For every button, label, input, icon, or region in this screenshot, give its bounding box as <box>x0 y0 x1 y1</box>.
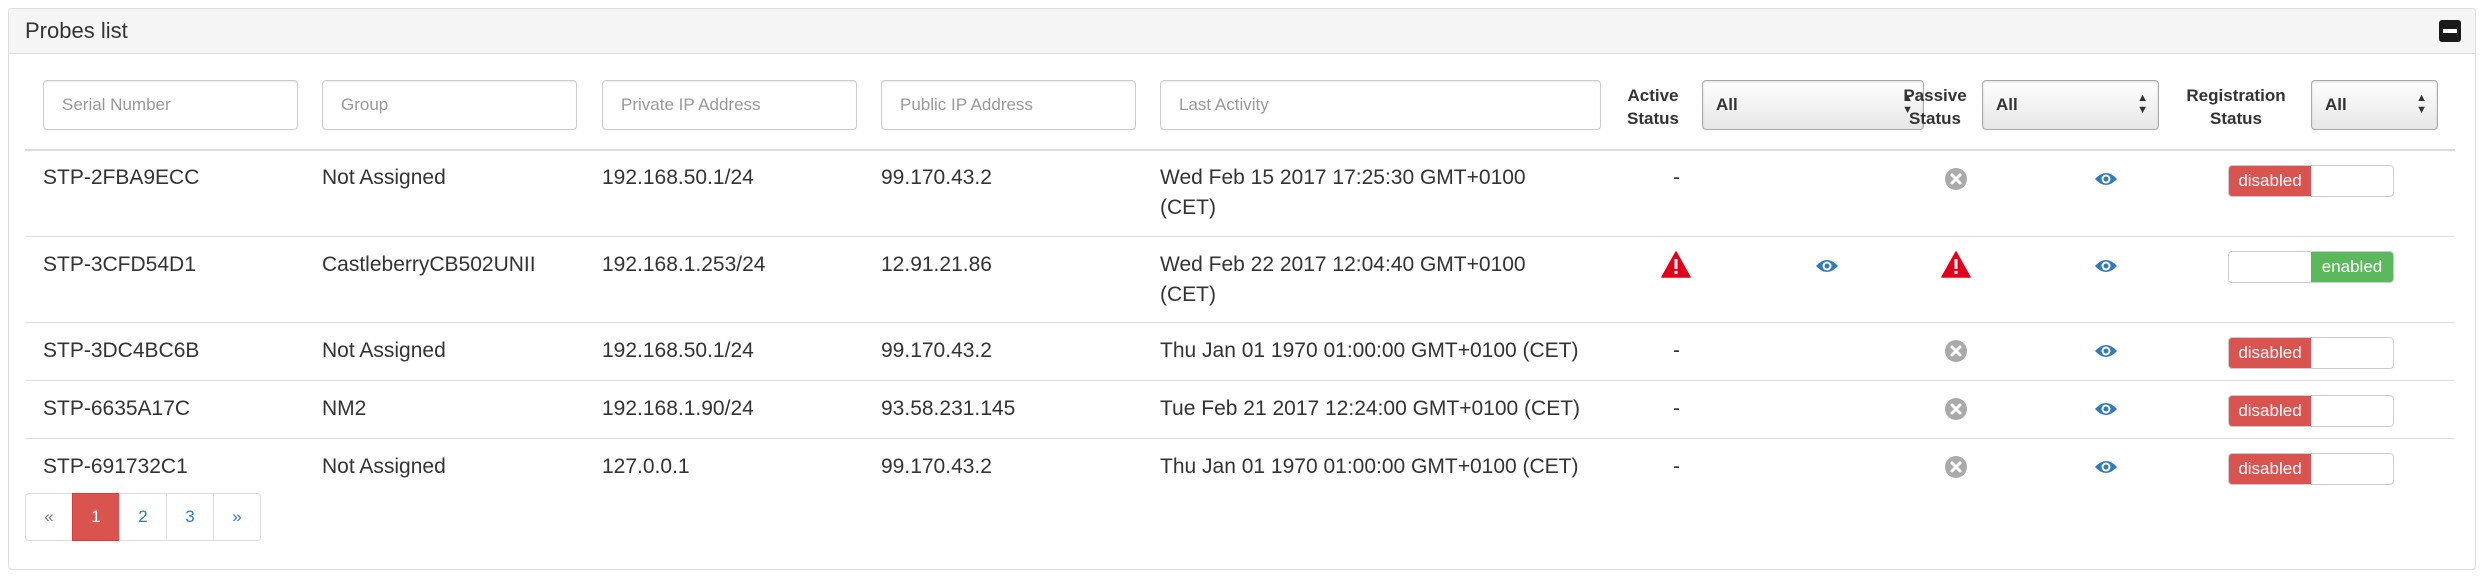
pagination-prev[interactable]: « <box>25 493 73 541</box>
active-status-select[interactable]: All ▲ ▼ <box>1702 80 1924 130</box>
eye-icon[interactable] <box>2094 170 2118 188</box>
active-status-cell: - <box>1673 397 1680 420</box>
serial-number-filter[interactable] <box>43 80 298 130</box>
group-cell: Not Assigned <box>322 455 446 478</box>
eye-icon[interactable] <box>1815 257 1839 275</box>
registration-toggle-label: enabled <box>2311 252 2393 282</box>
active-status-cell: - <box>1673 455 1680 478</box>
row-divider <box>25 236 2455 237</box>
last-activity-cell: Thu Jan 01 1970 01:00:00 GMT+0100 (CET) <box>1160 339 1579 362</box>
serial-cell: STP-3CFD54D1 <box>43 253 196 276</box>
private-ip-filter[interactable] <box>602 80 857 130</box>
public-ip-cell: 99.170.43.2 <box>881 339 992 362</box>
last-activity-cell: Tue Feb 21 2017 12:24:00 GMT+0100 (CET) <box>1160 397 1581 420</box>
eye-icon[interactable] <box>2094 342 2118 360</box>
active-status-cell: - <box>1673 166 1680 189</box>
pagination-page-1[interactable]: 1 <box>72 493 120 541</box>
select-arrows-icon: ▲ ▼ <box>2137 92 2148 116</box>
header-divider <box>25 149 2455 151</box>
serial-cell: STP-691732C1 <box>43 455 188 478</box>
group-cell: Not Assigned <box>322 339 446 362</box>
registration-toggle[interactable]: disabled <box>2228 337 2394 369</box>
x-circle-icon <box>1945 168 1967 190</box>
private-ip-cell: 192.168.50.1/24 <box>602 166 754 189</box>
pagination: « 1 2 3 » <box>25 493 261 541</box>
registration-status-value: All <box>2325 95 2347 114</box>
panel-title: Probes list <box>25 18 128 43</box>
last-activity-filter[interactable] <box>1160 80 1601 130</box>
minus-square-icon[interactable] <box>2439 20 2461 42</box>
registration-toggle[interactable]: disabled <box>2228 165 2394 197</box>
public-ip-cell: 99.170.43.2 <box>881 166 992 189</box>
row-divider <box>25 322 2455 323</box>
group-cell: Not Assigned <box>322 166 446 189</box>
pagination-page-2[interactable]: 2 <box>119 493 167 541</box>
pagination-next[interactable]: » <box>213 493 261 541</box>
warning-icon <box>1661 251 1691 278</box>
registration-status-select[interactable]: All ▲ ▼ <box>2311 80 2438 130</box>
x-circle-icon <box>1945 398 1967 420</box>
x-circle-icon <box>1945 456 1967 478</box>
eye-icon[interactable] <box>2094 257 2118 275</box>
x-circle-icon <box>1945 340 1967 362</box>
public-ip-filter[interactable] <box>881 80 1136 130</box>
registration-toggle-label: disabled <box>2229 338 2311 368</box>
private-ip-cell: 192.168.50.1/24 <box>602 339 754 362</box>
last-activity-cell: Wed Feb 15 2017 17:25:30 GMT+0100 (CET) <box>1160 166 1526 219</box>
registration-toggle-label: disabled <box>2229 454 2311 484</box>
serial-cell: STP-2FBA9ECC <box>43 166 200 189</box>
row-divider <box>25 380 2455 381</box>
group-filter[interactable] <box>322 80 577 130</box>
active-status-value: All <box>1716 95 1738 114</box>
public-ip-cell: 99.170.43.2 <box>881 455 992 478</box>
private-ip-cell: 192.168.1.253/24 <box>602 253 766 276</box>
registration-toggle[interactable]: disabled <box>2228 395 2394 427</box>
registration-toggle[interactable]: enabled <box>2228 251 2394 283</box>
private-ip-cell: 127.0.0.1 <box>602 455 690 478</box>
registration-status-label: Registration Status <box>2186 86 2286 128</box>
panel-heading: Probes list <box>9 9 2475 54</box>
public-ip-cell: 93.58.231.145 <box>881 397 1016 420</box>
active-status-label: Active Status <box>1627 86 1679 128</box>
pagination-page-3[interactable]: 3 <box>166 493 214 541</box>
passive-status-label: Passive Status <box>1903 86 1967 128</box>
group-cell: CastleberryCB502UNII <box>322 253 536 276</box>
warning-icon <box>1941 251 1971 278</box>
registration-toggle-label: disabled <box>2229 166 2311 196</box>
passive-status-value: All <box>1996 95 2018 114</box>
serial-cell: STP-6635A17C <box>43 397 191 420</box>
active-status-cell: - <box>1673 339 1680 362</box>
passive-status-select[interactable]: All ▲ ▼ <box>1982 80 2159 130</box>
row-divider <box>25 438 2455 439</box>
eye-icon[interactable] <box>2094 458 2118 476</box>
last-activity-cell: Thu Jan 01 1970 01:00:00 GMT+0100 (CET) <box>1160 455 1579 478</box>
registration-toggle[interactable]: disabled <box>2228 453 2394 485</box>
serial-cell: STP-3DC4BC6B <box>43 339 200 362</box>
registration-toggle-label: disabled <box>2229 396 2311 426</box>
group-cell: NM2 <box>322 397 367 420</box>
last-activity-cell: Wed Feb 22 2017 12:04:40 GMT+0100 (CET) <box>1160 253 1526 306</box>
public-ip-cell: 12.91.21.86 <box>881 253 992 276</box>
select-arrows-icon: ▲ ▼ <box>2416 92 2427 116</box>
private-ip-cell: 192.168.1.90/24 <box>602 397 754 420</box>
eye-icon[interactable] <box>2094 400 2118 418</box>
